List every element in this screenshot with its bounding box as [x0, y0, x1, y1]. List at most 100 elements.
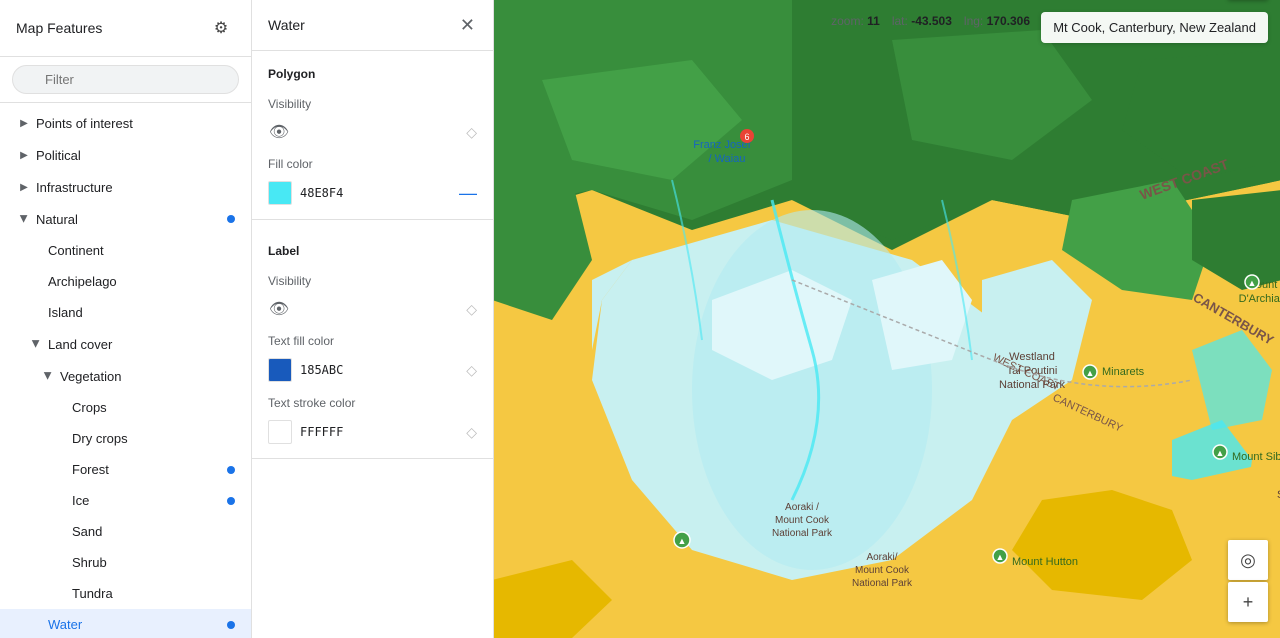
sidebar-item-label: Dry crops — [72, 431, 235, 446]
sidebar-item-sand[interactable]: Sand — [0, 516, 251, 547]
svg-text:Mount Cook: Mount Cook — [775, 515, 830, 526]
svg-text:▲: ▲ — [1086, 368, 1095, 378]
detail-row-label: Fill color — [252, 149, 493, 175]
lat-label: lat: -43.503 — [892, 14, 952, 28]
lat-value: -43.503 — [911, 14, 952, 28]
svg-text:▲: ▲ — [678, 536, 687, 546]
expand-arrow: ▶ — [16, 147, 32, 163]
color-value: 185ABC — [300, 363, 343, 377]
location-tooltip: Mt Cook, Canterbury, New Zealand — [1041, 12, 1268, 43]
expand-arrow: ▶ — [28, 336, 44, 352]
detail-panel: Water ✕ PolygonVisibility 👁 ◇ Fill color… — [252, 0, 494, 638]
svg-text:Aoraki/: Aoraki/ — [866, 552, 897, 563]
lng-label: lng: 170.306 — [964, 14, 1030, 28]
detail-header: Water ✕ — [252, 0, 493, 51]
svg-text:▲: ▲ — [1216, 448, 1225, 458]
svg-text:/ Waiau: / Waiau — [709, 153, 746, 165]
sidebar-item-label: Continent — [48, 243, 235, 258]
eye-icon[interactable]: 👁 — [268, 298, 290, 320]
sidebar-item-points-of-interest[interactable]: ▶Points of interest — [0, 107, 251, 139]
dot-indicator — [227, 497, 235, 505]
lng-value: 170.306 — [987, 14, 1030, 28]
sidebar: Map Features ⚙ ☰ ▶Points of interest▶Pol… — [0, 0, 252, 638]
svg-text:▲: ▲ — [1248, 278, 1257, 288]
sidebar-item-archipelago[interactable]: Archipelago — [0, 266, 251, 297]
location-label: Mt Cook, Canterbury, New Zealand — [1053, 20, 1256, 35]
sidebar-title: Map Features — [16, 20, 102, 36]
sidebar-item-land-cover[interactable]: ▶ Land cover — [0, 328, 251, 360]
minus-icon[interactable]: — — [459, 184, 477, 202]
sidebar-item-label: Tundra — [72, 586, 235, 601]
sidebar-item-vegetation[interactable]: ▶ Vegetation — [0, 360, 251, 392]
sidebar-item-label: Sand — [72, 524, 235, 539]
map-area[interactable]: zoom: 11 lat: -43.503 lng: 170.306 Mt Co… — [494, 0, 1280, 638]
sidebar-item-label: Island — [48, 305, 235, 320]
sidebar-item-infrastructure[interactable]: ▶ Infrastructure — [0, 171, 251, 203]
close-button[interactable]: ✕ — [458, 14, 477, 36]
visibility-row: 👁 ◇ — [252, 115, 493, 149]
expand-arrow: ▶ — [16, 211, 32, 227]
color-swatch[interactable] — [268, 358, 292, 382]
zoom-value: 11 — [867, 14, 880, 28]
expand-arrow: ▶ — [16, 179, 32, 195]
divider — [252, 458, 493, 459]
sidebar-item-label: Forest — [72, 462, 227, 477]
color-value: FFFFFF — [300, 425, 343, 439]
sidebar-item-ice[interactable]: Ice — [0, 485, 251, 516]
sidebar-item-label: Vegetation — [60, 369, 235, 384]
filter-bar: ☰ — [0, 57, 251, 103]
filter-input[interactable] — [12, 65, 239, 94]
zoom-in-button[interactable]: + — [1228, 582, 1268, 622]
sidebar-item-political[interactable]: ▶ Political — [0, 139, 251, 171]
sidebar-item-crops[interactable]: Crops — [0, 392, 251, 423]
dot-indicator — [227, 215, 235, 223]
sidebar-item-label: Infrastructure — [36, 180, 235, 195]
sidebar-item-tundra[interactable]: Tundra — [0, 578, 251, 609]
location-button[interactable]: ◎ — [1228, 540, 1268, 580]
detail-row-label: Visibility — [252, 89, 493, 115]
svg-text:D'Archiac: D'Archiac — [1239, 293, 1280, 305]
visibility-row: 👁 ◇ — [252, 292, 493, 326]
color-swatch[interactable] — [268, 420, 292, 444]
detail-row-label: Visibility — [252, 266, 493, 292]
diamond-icon[interactable]: ◇ — [466, 301, 477, 318]
sidebar-item-island[interactable]: Island — [0, 297, 251, 328]
diamond-icon[interactable]: ◇ — [466, 362, 477, 379]
svg-text:National Park: National Park — [772, 528, 833, 539]
section-title-label: Label — [252, 228, 493, 266]
sidebar-item-shrub[interactable]: Shrub — [0, 547, 251, 578]
svg-text:Mount Cook: Mount Cook — [855, 565, 910, 576]
dot-indicator — [227, 621, 235, 629]
settings-button[interactable]: ⚙ — [207, 14, 235, 42]
sidebar-item-label: Land cover — [48, 337, 235, 352]
eye-icon[interactable]: 👁 — [268, 121, 290, 143]
sidebar-item-dry-crops[interactable]: Dry crops — [0, 423, 251, 454]
svg-text:Minarets: Minarets — [1102, 366, 1145, 378]
sidebar-item-forest[interactable]: Forest — [0, 454, 251, 485]
svg-text:Mount Hutton: Mount Hutton — [1012, 556, 1078, 568]
sidebar-item-natural[interactable]: ▶Natural — [0, 203, 251, 235]
svg-text:Aoraki /: Aoraki / — [785, 502, 819, 513]
svg-text:▲: ▲ — [996, 552, 1005, 562]
filter-wrap: ☰ — [12, 65, 239, 94]
sidebar-item-water[interactable]: Water — [0, 609, 251, 638]
svg-text:National Park: National Park — [852, 578, 913, 589]
expand-arrow: ▶ — [16, 115, 32, 131]
zoom-label: zoom: 11 — [831, 14, 880, 28]
color-value: 48E8F4 — [300, 186, 343, 200]
sidebar-item-label: Political — [36, 148, 235, 163]
color-row: 185ABC ◇ — [252, 352, 493, 388]
sidebar-item-label: Shrub — [72, 555, 235, 570]
diamond-icon[interactable]: ◇ — [466, 124, 477, 141]
map-svg: Westland Tai Poutini National Park Aorak… — [494, 0, 1280, 638]
sidebar-item-continent[interactable]: Continent — [0, 235, 251, 266]
diamond-icon[interactable]: ◇ — [466, 424, 477, 441]
sidebar-header: Map Features ⚙ — [0, 0, 251, 57]
sidebar-item-label: Archipelago — [48, 274, 235, 289]
expand-arrow: ▶ — [40, 368, 56, 384]
color-swatch[interactable] — [268, 181, 292, 205]
detail-content: PolygonVisibility 👁 ◇ Fill color 48E8F4 … — [252, 51, 493, 467]
svg-text:Mount Sibbald: Mount Sibbald — [1232, 451, 1280, 463]
color-row: 48E8F4 — — [252, 175, 493, 211]
map-info-bar: zoom: 11 lat: -43.503 lng: 170.306 — [831, 14, 1030, 28]
